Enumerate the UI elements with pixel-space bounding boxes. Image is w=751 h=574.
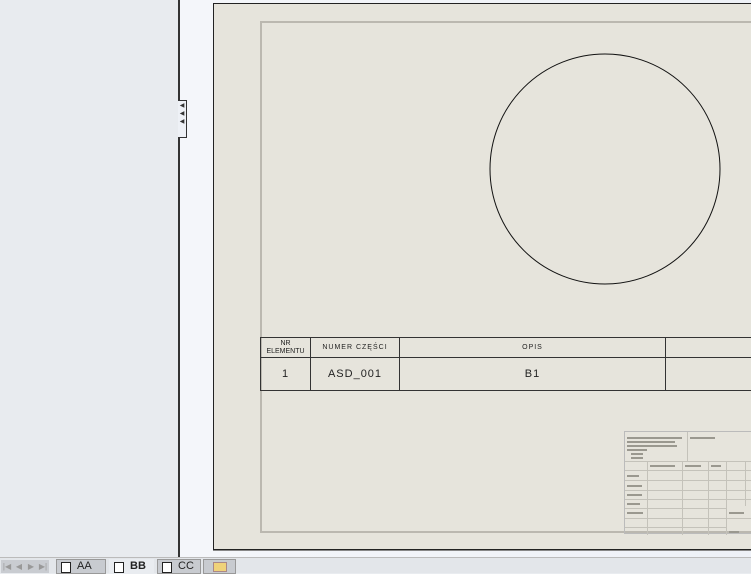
sheet-icon — [61, 562, 71, 573]
cell-extra — [666, 358, 751, 391]
last-sheet-button[interactable]: ▶| — [37, 560, 49, 573]
table-row[interactable]: 1 ASD_001 B1 — [261, 358, 751, 391]
title-block[interactable] — [624, 431, 751, 534]
cell-description: B1 — [400, 358, 666, 391]
collapse-panel-icon: ◀◀◀ — [178, 102, 186, 126]
sheet-tab-bb[interactable]: BB — [109, 559, 154, 574]
sheet-icon — [114, 562, 124, 573]
col-extra — [666, 338, 751, 358]
tab-label: AA — [77, 560, 92, 572]
sheet-icon — [162, 562, 172, 573]
first-sheet-button[interactable]: |◀ — [1, 560, 13, 573]
graphics-area[interactable]: NR ELEMENTU NUMER CZĘŚCI OPIS 1 ASD_001 … — [180, 0, 751, 557]
feature-manager-panel — [0, 0, 178, 557]
sheet-tab-aa[interactable]: AA — [56, 559, 106, 574]
tab-label: CC — [178, 560, 194, 572]
collapse-panel-handle[interactable]: ◀◀◀ — [178, 100, 187, 138]
sheet-tab-bar: |◀ ◀ ▶ ▶| AA BB CC — [0, 557, 751, 573]
tab-label: BB — [130, 560, 146, 572]
add-sheet-button[interactable] — [203, 559, 236, 574]
bill-of-materials[interactable]: NR ELEMENTU NUMER CZĘŚCI OPIS 1 ASD_001 … — [260, 337, 751, 391]
col-part-number: NUMER CZĘŚCI — [311, 338, 400, 358]
sheet-tab-cc[interactable]: CC — [157, 559, 201, 574]
col-description: OPIS — [400, 338, 666, 358]
cell-item-no: 1 — [261, 358, 311, 391]
header-text: NR ELEMENTU — [266, 340, 304, 355]
circle-geometry — [490, 54, 720, 284]
drawing-sheet[interactable]: NR ELEMENTU NUMER CZĘŚCI OPIS 1 ASD_001 … — [213, 3, 751, 550]
bom-header-row: NR ELEMENTU NUMER CZĘŚCI OPIS — [261, 338, 751, 358]
add-sheet-icon — [213, 562, 227, 572]
col-item-no: NR ELEMENTU — [261, 338, 311, 358]
prev-sheet-button[interactable]: ◀ — [13, 560, 25, 573]
cell-part-number: ASD_001 — [311, 358, 400, 391]
next-sheet-button[interactable]: ▶ — [25, 560, 37, 573]
